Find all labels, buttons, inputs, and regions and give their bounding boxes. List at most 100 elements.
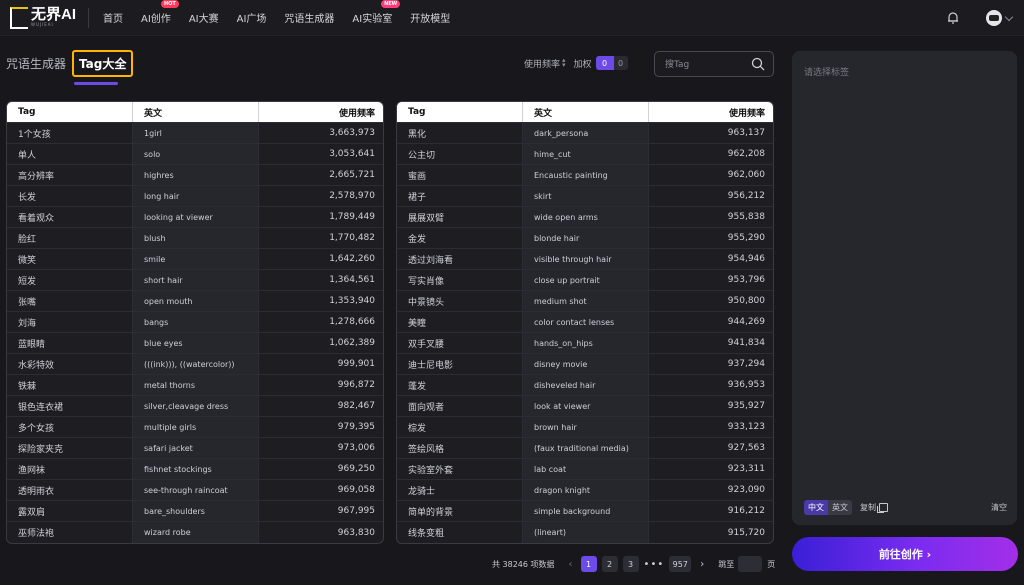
nav-item-spell-generator[interactable]: 咒语生成器 bbox=[284, 10, 334, 25]
next-page-icon[interactable]: › bbox=[700, 559, 704, 570]
english-cell: disheveled hair bbox=[523, 375, 649, 395]
table-row[interactable]: 渔网袜 fishnet stockings 969,250 bbox=[7, 459, 383, 480]
tag-cell: 刘海 bbox=[7, 312, 133, 332]
tag-cell: 棕发 bbox=[397, 417, 523, 437]
logo[interactable]: 无界AI WUJIEAI bbox=[10, 0, 76, 36]
table-row[interactable]: 蜜画 Encaustic painting 962,060 bbox=[397, 165, 773, 186]
selected-tags-panel[interactable]: 请选择标签 中文 英文 复制 清空 bbox=[792, 51, 1017, 525]
tag-cell: 中景镜头 bbox=[397, 291, 523, 311]
frequency-cell: 979,395 bbox=[337, 422, 375, 432]
frequency-cell: 954,946 bbox=[727, 254, 765, 264]
table-row[interactable]: 公主切 hime_cut 962,208 bbox=[397, 144, 773, 165]
header-english: 英文 bbox=[133, 102, 259, 122]
table-row[interactable]: 短发 short hair 1,364,561 bbox=[7, 270, 383, 291]
tag-cell: 迪士尼电影 bbox=[397, 354, 523, 374]
page-button-1[interactable]: 1 bbox=[580, 556, 597, 572]
frequency-cell: 2,665,721 bbox=[329, 170, 375, 180]
table-row[interactable]: 探险家夹克 safari jacket 973,006 bbox=[7, 438, 383, 459]
table-row[interactable]: 双手叉腰 hands_on_hips 941,834 bbox=[397, 333, 773, 354]
table-row[interactable]: 面向观者 look at viewer 935,927 bbox=[397, 396, 773, 417]
english-cell: (faux traditional media) bbox=[523, 438, 649, 458]
nav-item-ai-lab[interactable]: AI实验室 NEW bbox=[352, 0, 401, 25]
frequency-cell: 1,770,482 bbox=[329, 233, 375, 243]
table-row[interactable]: 长发 long hair 2,578,970 bbox=[7, 186, 383, 207]
table-row[interactable]: 看着观众 looking at viewer 1,789,449 bbox=[7, 207, 383, 228]
copy-button[interactable]: 复制 bbox=[860, 502, 888, 513]
english-cell: solo bbox=[133, 144, 259, 164]
tab-tag-all[interactable]: Tag大全 bbox=[72, 50, 134, 77]
table-row[interactable]: 高分辨率 highres 2,665,721 bbox=[7, 165, 383, 186]
frequency-cell: 953,796 bbox=[727, 275, 765, 285]
avatar[interactable] bbox=[986, 10, 1002, 26]
table-row[interactable]: 龙骑士 dragon knight 923,090 bbox=[397, 480, 773, 501]
english-cell: blush bbox=[133, 228, 259, 248]
prev-page-icon[interactable]: ‹ bbox=[569, 559, 573, 570]
table-row[interactable]: 巫师法袍 wizard robe 963,830 bbox=[7, 522, 383, 543]
search-input[interactable] bbox=[665, 58, 745, 72]
tag-cell: 张嘴 bbox=[7, 291, 133, 311]
table-row[interactable]: 刘海 bangs 1,278,666 bbox=[7, 312, 383, 333]
page-button-2[interactable]: 2 bbox=[601, 556, 618, 572]
panel-placeholder: 请选择标签 bbox=[804, 68, 850, 78]
frequency-cell: 962,060 bbox=[727, 170, 765, 180]
weight-toggle[interactable]: 0 0 bbox=[595, 56, 628, 70]
table-row[interactable]: 蓝眼睛 blue eyes 1,062,389 bbox=[7, 333, 383, 354]
table-row[interactable]: 透明雨衣 see-through raincoat 969,058 bbox=[7, 480, 383, 501]
table-row[interactable]: 水彩特效 (((ink))), ((watercolor)) 999,901 bbox=[7, 354, 383, 375]
tag-cell: 单人 bbox=[7, 144, 133, 164]
table-row[interactable]: 签绘风格 (faux traditional media) 927,563 bbox=[397, 438, 773, 459]
header-tag: Tag bbox=[397, 102, 523, 122]
table-row[interactable]: 银色连衣裙 silver,cleavage dress 982,467 bbox=[7, 396, 383, 417]
table-row[interactable]: 棕发 brown hair 933,123 bbox=[397, 417, 773, 438]
frequency-cell: 927,563 bbox=[727, 443, 765, 453]
nav-item-home[interactable]: 首页 bbox=[103, 10, 123, 25]
frequency-cell: 941,834 bbox=[727, 338, 765, 348]
lang-chinese-button[interactable]: 中文 bbox=[804, 500, 828, 515]
table-row[interactable]: 金发 blonde hair 955,290 bbox=[397, 228, 773, 249]
table-row[interactable]: 微笑 smile 1,642,260 bbox=[7, 249, 383, 270]
nav-item-ai-contest[interactable]: AI大赛 bbox=[189, 10, 219, 25]
search-icon[interactable] bbox=[751, 57, 765, 71]
table-row[interactable]: 线条变粗 (lineart) 915,720 bbox=[397, 522, 773, 543]
table-row[interactable]: 单人 solo 3,053,641 bbox=[7, 144, 383, 165]
table-row[interactable]: 实验室外套 lab coat 923,311 bbox=[397, 459, 773, 480]
tag-cell: 多个女孩 bbox=[7, 417, 133, 437]
clear-button[interactable]: 清空 bbox=[991, 502, 1007, 513]
table-row[interactable]: 铁棘 metal thorns 996,872 bbox=[7, 375, 383, 396]
page-button-last[interactable]: 957 bbox=[669, 556, 692, 572]
go-create-button[interactable]: 前往创作 › bbox=[792, 537, 1018, 571]
frequency-cell: 1,278,666 bbox=[329, 317, 375, 327]
weight-value: 0 bbox=[595, 56, 614, 70]
table-row[interactable]: 展展双臂 wide open arms 955,838 bbox=[397, 207, 773, 228]
table-row[interactable]: 张嘴 open mouth 1,353,940 bbox=[7, 291, 383, 312]
table-row[interactable]: 写实肖像 close up portrait 953,796 bbox=[397, 270, 773, 291]
table-row[interactable]: 露双肩 bare_shoulders 967,995 bbox=[7, 501, 383, 522]
nav-item-open-models[interactable]: 开放模型 bbox=[410, 10, 450, 25]
table-row[interactable]: 黑化 dark_persona 963,137 bbox=[397, 123, 773, 144]
table-row[interactable]: 中景镜头 medium shot 950,800 bbox=[397, 291, 773, 312]
bell-icon[interactable] bbox=[946, 11, 960, 25]
nav-item-ai-plaza[interactable]: AI广场 bbox=[237, 10, 267, 25]
logo-mark-icon bbox=[10, 6, 28, 29]
table-row[interactable]: 美瞳 color contact lenses 944,269 bbox=[397, 312, 773, 333]
page-button-3[interactable]: 3 bbox=[622, 556, 639, 572]
nav-item-ai-create[interactable]: AI创作 HOT bbox=[141, 0, 179, 25]
table-row[interactable]: 简单的背景 simple background 916,212 bbox=[397, 501, 773, 522]
table-row[interactable]: 脸红 blush 1,770,482 bbox=[7, 228, 383, 249]
table-row[interactable]: 多个女孩 multiple girls 979,395 bbox=[7, 417, 383, 438]
table-row[interactable]: 1个女孩 1girl 3,663,973 bbox=[7, 123, 383, 144]
lang-english-button[interactable]: 英文 bbox=[828, 500, 852, 515]
jump-page-input[interactable] bbox=[738, 556, 763, 572]
table-row[interactable]: 透过刘海看 visible through hair 954,946 bbox=[397, 249, 773, 270]
english-cell: smile bbox=[133, 249, 259, 269]
sort-by-frequency[interactable]: 使用频率 ▴ ▾ bbox=[524, 57, 566, 70]
table-row[interactable]: 蓬发 disheveled hair 936,953 bbox=[397, 375, 773, 396]
table-row[interactable]: 裙子 skirt 956,212 bbox=[397, 186, 773, 207]
chevron-down-icon[interactable] bbox=[1004, 12, 1014, 22]
english-cell: silver,cleavage dress bbox=[133, 396, 259, 416]
page-ellipsis[interactable]: ••• bbox=[644, 559, 665, 570]
tab-spell-generator[interactable]: 咒语生成器 bbox=[6, 55, 66, 72]
english-cell: 1girl bbox=[133, 123, 259, 143]
table-row[interactable]: 迪士尼电影 disney movie 937,294 bbox=[397, 354, 773, 375]
tag-cell: 高分辨率 bbox=[7, 165, 133, 185]
